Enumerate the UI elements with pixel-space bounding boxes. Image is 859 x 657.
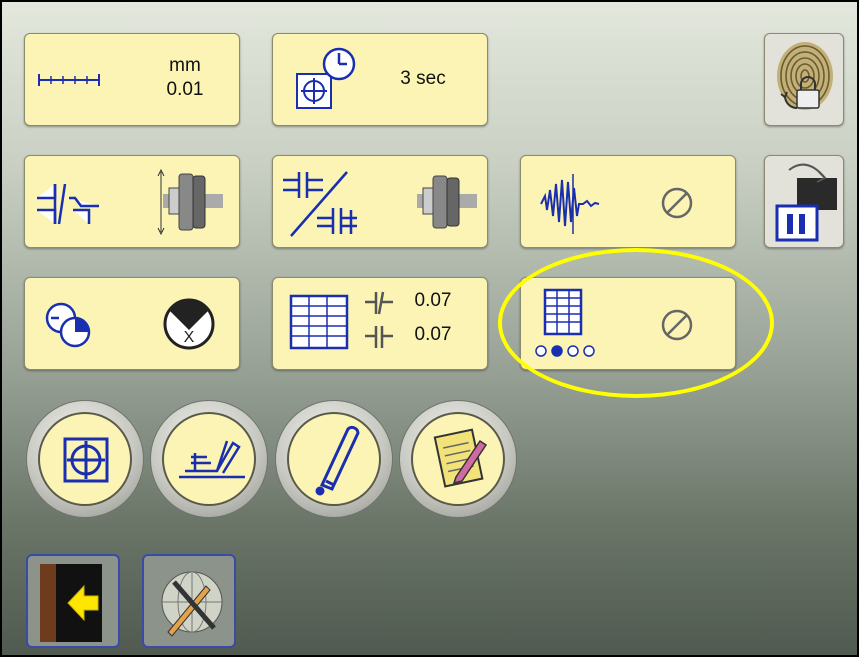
page-dots	[535, 345, 595, 357]
main-screen: mm 0.01 3 sec X 0.07 0.07	[0, 0, 859, 657]
target-icon	[63, 437, 109, 483]
shaft-coupling-icon	[157, 168, 223, 236]
notepad-icon	[433, 428, 488, 488]
exit-door-icon	[40, 564, 102, 642]
target-x-icon: X	[163, 298, 215, 350]
notes-button[interactable]	[399, 400, 517, 518]
settings-globe-button[interactable]	[142, 554, 236, 648]
coupling-type-button[interactable]	[24, 155, 240, 248]
tolerance-table-button[interactable]: 0.07 0.07	[272, 277, 488, 370]
resolution-label: 0.01	[166, 79, 204, 100]
table-icon	[289, 294, 349, 350]
coupling-icon	[37, 183, 99, 225]
ruler-icon	[38, 74, 100, 86]
exit-button[interactable]	[26, 554, 120, 648]
target-clock-icon	[296, 47, 356, 109]
measure-target-button[interactable]	[26, 400, 144, 518]
folder-pause-icon	[775, 163, 837, 242]
coupling-spacer-icon	[283, 171, 357, 237]
unit-label: mm	[169, 55, 201, 76]
sensor-icon	[45, 302, 91, 348]
timer-label: 3 sec	[400, 68, 446, 89]
measure-timer-button[interactable]: 3 sec	[272, 33, 488, 126]
fingerprint-lock-button[interactable]	[764, 33, 844, 126]
angular-tolerance-value: 0.07	[414, 290, 452, 311]
svg-text:X: X	[184, 329, 195, 346]
units-button[interactable]: mm 0.01	[24, 33, 240, 126]
globe-tools-icon	[161, 571, 223, 637]
table-icon	[543, 288, 583, 336]
shaft-coupling-icon	[417, 175, 477, 229]
machine-icon	[179, 440, 245, 479]
pen-button[interactable]	[275, 400, 393, 518]
offset-tolerance-icon	[365, 326, 393, 348]
sensor-button[interactable]: X	[24, 277, 240, 370]
vibration-button[interactable]	[520, 155, 736, 248]
angular-tolerance-icon	[365, 291, 393, 315]
offset-tolerance-value: 0.07	[414, 324, 452, 345]
coupling-mode-button[interactable]	[272, 155, 488, 248]
file-pause-button[interactable]	[764, 155, 844, 248]
disabled-icon	[661, 187, 693, 219]
disabled-icon	[661, 309, 693, 341]
pen-icon	[315, 425, 360, 496]
vibration-icon	[540, 174, 600, 234]
fingerprint-lock-icon	[777, 42, 833, 110]
table-mode-button[interactable]	[520, 277, 736, 370]
machine-setup-button[interactable]	[150, 400, 268, 518]
